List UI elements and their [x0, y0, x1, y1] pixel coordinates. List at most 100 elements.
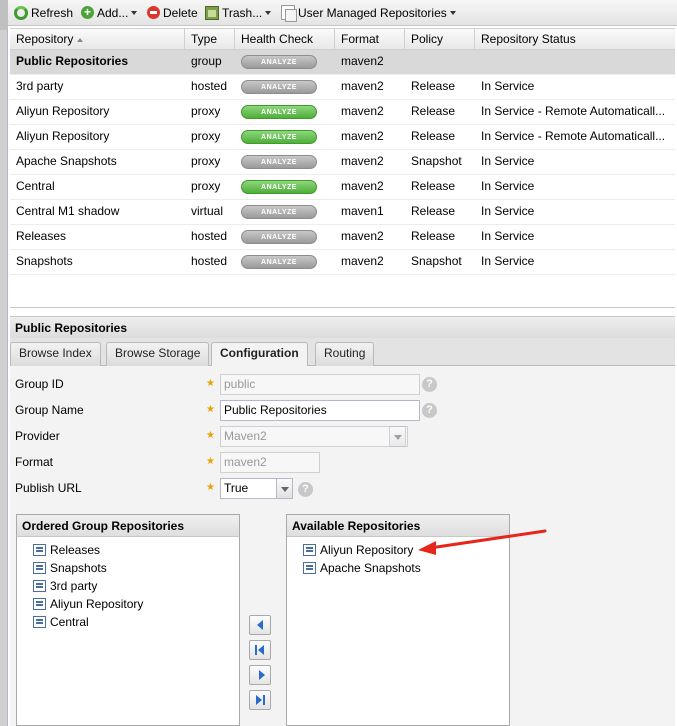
help-icon[interactable]: ?: [422, 403, 437, 418]
add-button[interactable]: + Add...: [81, 4, 138, 21]
group-name-field[interactable]: Public Repositories: [220, 400, 420, 421]
cell-repository: Snapshots: [16, 254, 73, 268]
provider-value: Maven2: [224, 429, 267, 443]
tab-routing[interactable]: Routing: [315, 342, 375, 366]
tab-configuration[interactable]: Configuration: [211, 342, 308, 367]
repository-grid: Public Repositories group ANALYZE maven2 3rd…: [10, 50, 675, 308]
arrow-right-icon: [259, 670, 265, 680]
cell-type: proxy: [191, 179, 221, 193]
publish-url-value: True: [224, 481, 249, 495]
publish-url-label: Publish URL: [15, 481, 82, 495]
cell-type: group: [191, 54, 222, 68]
cell-health-check: ANALYZE: [235, 50, 335, 74]
list-item[interactable]: 3rd party: [33, 577, 97, 595]
analyze-button[interactable]: ANALYZE: [241, 55, 317, 69]
table-row[interactable]: Public Repositories group ANALYZE maven2: [10, 50, 675, 75]
help-icon[interactable]: ?: [422, 377, 437, 392]
cell-type: hosted: [191, 254, 228, 268]
cell-type: proxy: [191, 154, 221, 168]
delete-label: Delete: [163, 5, 198, 20]
analyze-button[interactable]: ANALYZE: [241, 180, 317, 194]
table-row[interactable]: 3rd party hosted ANALYZE maven2 Release In Se…: [10, 75, 675, 100]
table-row[interactable]: Aliyun Repository proxy ANALYZE maven2 Relea…: [10, 100, 675, 125]
list-item-label: Aliyun Repository: [50, 597, 144, 611]
cell-repository: Releases: [16, 229, 67, 243]
move-all-right-button[interactable]: [249, 690, 271, 710]
cell-health-check: ANALYZE: [235, 250, 335, 274]
column-header-label: Repository: [16, 32, 74, 46]
analyze-button[interactable]: ANALYZE: [241, 155, 317, 169]
publish-url-select[interactable]: True: [220, 478, 293, 499]
cell-repository-status: In Service: [481, 79, 535, 93]
repository-icon: [33, 544, 46, 556]
cell-policy: Snapshot: [411, 154, 462, 168]
cell-format: maven2: [341, 79, 384, 93]
detail-panel-title: Public Repositories: [10, 316, 675, 338]
analyze-button[interactable]: ANALYZE: [241, 105, 317, 119]
cell-repository: Apache Snapshots: [16, 154, 117, 168]
column-header-repository[interactable]: Repository: [10, 29, 185, 51]
configuration-form: Group ID ★ public ? Group Name ★ Public …: [10, 366, 675, 726]
cell-repository: Public Repositories: [16, 54, 129, 68]
group-id-field: public: [220, 374, 420, 395]
analyze-button[interactable]: ANALYZE: [241, 205, 317, 219]
table-row[interactable]: Releases hosted ANALYZE maven2 Release In Ser…: [10, 225, 675, 250]
column-header-type[interactable]: Type: [185, 29, 235, 51]
required-star-icon: ★: [206, 378, 215, 389]
pages-icon: [281, 5, 297, 22]
list-item-label: 3rd party: [50, 579, 98, 593]
cell-format: maven2: [341, 129, 384, 143]
table-row[interactable]: Central proxy ANALYZE maven2 Release In Servi…: [10, 175, 675, 200]
cell-format: maven2: [341, 229, 384, 243]
column-header-repository-status[interactable]: Repository Status: [475, 29, 675, 51]
refresh-label: Refresh: [31, 5, 74, 20]
provider-label: Provider: [15, 429, 60, 443]
analyze-button[interactable]: ANALYZE: [241, 130, 317, 144]
cell-policy: Release: [411, 179, 456, 193]
list-item[interactable]: Central: [33, 613, 89, 631]
column-header-health-check[interactable]: Health Check: [235, 29, 335, 51]
tab-browse-index[interactable]: Browse Index: [10, 342, 101, 366]
delete-button[interactable]: Delete: [147, 4, 198, 21]
arrow-first-icon: [258, 645, 264, 655]
required-star-icon: ★: [206, 482, 215, 493]
cell-repository: Aliyun Repository: [16, 104, 110, 118]
list-item[interactable]: Releases: [33, 541, 100, 559]
table-row[interactable]: Aliyun Repository proxy ANALYZE maven2 Relea…: [10, 125, 675, 150]
trash-button[interactable]: Trash...: [205, 4, 272, 21]
table-row[interactable]: Apache Snapshots proxy ANALYZE maven2 Snapsh…: [10, 150, 675, 175]
cell-policy: Release: [411, 229, 456, 243]
list-item[interactable]: Snapshots: [33, 559, 107, 577]
table-row[interactable]: Central M1 shadow virtual ANALYZE maven1 Rel…: [10, 200, 675, 225]
analyze-button[interactable]: ANALYZE: [241, 255, 317, 269]
trash-icon: [205, 5, 219, 20]
column-header-format[interactable]: Format: [335, 29, 405, 51]
tab-browse-storage[interactable]: Browse Storage: [106, 342, 210, 366]
cell-type: proxy: [191, 104, 221, 118]
help-icon[interactable]: ?: [298, 482, 313, 497]
cell-repository-status: In Service: [481, 229, 535, 243]
list-item[interactable]: Apache Snapshots: [303, 559, 421, 577]
user-managed-repositories-menu[interactable]: User Managed Repositories: [281, 4, 456, 22]
column-header-policy[interactable]: Policy: [405, 29, 475, 51]
cell-type: proxy: [191, 129, 221, 143]
arrow-left-icon: [257, 620, 263, 630]
list-item[interactable]: Aliyun Repository: [303, 541, 413, 559]
table-row[interactable]: Snapshots hosted ANALYZE maven2 Snapshot In S…: [10, 250, 675, 275]
repository-icon: [303, 562, 316, 574]
dropdown-arrow-icon[interactable]: [276, 478, 293, 499]
analyze-button[interactable]: ANALYZE: [241, 230, 317, 244]
move-left-button[interactable]: [249, 615, 271, 635]
analyze-button[interactable]: ANALYZE: [241, 80, 317, 94]
move-all-left-button[interactable]: [249, 640, 271, 660]
provider-select: Maven2: [220, 426, 408, 447]
repository-icon: [33, 598, 46, 610]
cell-format: maven2: [341, 104, 384, 118]
dropdown-arrow-icon: [131, 10, 138, 15]
group-id-label: Group ID: [15, 377, 64, 391]
move-right-button[interactable]: [249, 665, 271, 685]
list-item[interactable]: Aliyun Repository: [33, 595, 143, 613]
user-managed-label: User Managed Repositories: [298, 5, 447, 20]
ordered-group-repositories-title: Ordered Group Repositories: [17, 515, 239, 537]
refresh-button[interactable]: Refresh: [14, 4, 73, 21]
